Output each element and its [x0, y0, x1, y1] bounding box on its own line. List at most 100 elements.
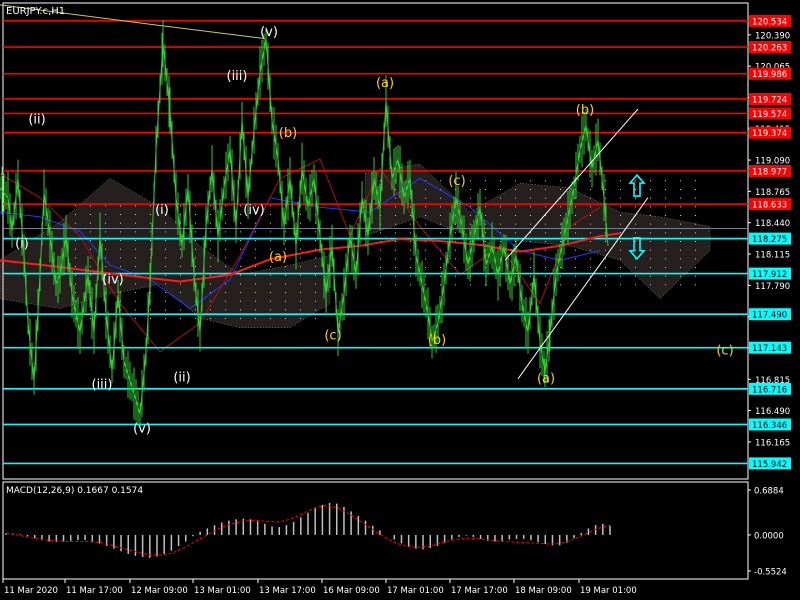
- cloud-dot: [455, 267, 456, 269]
- cloud-dot: [180, 318, 181, 320]
- cloud-dot: [650, 197, 651, 199]
- cloud-dot: [240, 309, 241, 311]
- cloud-dot: [665, 188, 666, 190]
- cloud-dot: [545, 206, 546, 208]
- cloud-dot: [255, 274, 256, 276]
- cloud-dot: [315, 318, 316, 320]
- time-tick-label: 12 Mar 09:00: [131, 586, 188, 596]
- cloud-dot: [515, 188, 516, 190]
- cloud-dot: [285, 274, 286, 276]
- cloud-dot: [680, 206, 681, 208]
- cloud-dot: [135, 300, 136, 302]
- cloud-dot: [255, 257, 256, 259]
- cloud-dot: [695, 284, 696, 286]
- cloud-dot: [75, 240, 76, 242]
- cloud-dot: [150, 222, 151, 224]
- cloud-dot: [620, 258, 621, 260]
- cloud-dot: [575, 232, 576, 234]
- cloud-dot: [225, 257, 226, 259]
- cloud-dot: [425, 214, 426, 216]
- cyan-level-tag-label: 116.346: [752, 421, 787, 431]
- cloud-dot: [590, 180, 591, 182]
- cloud-dot: [120, 231, 121, 233]
- cloud-dot: [485, 241, 486, 242]
- cloud-dot: [635, 180, 636, 182]
- cloud-dot: [240, 248, 241, 250]
- wave-label: (b): [428, 333, 446, 348]
- cloud-dot: [620, 241, 621, 242]
- cloud-dot: [90, 248, 91, 250]
- cloud-dot: [300, 248, 301, 250]
- cloud-dot: [270, 292, 271, 294]
- wave-label: (i): [155, 203, 169, 218]
- cloud-dot: [315, 257, 316, 259]
- cloud-dot: [225, 266, 226, 268]
- cloud-dot: [90, 240, 91, 242]
- cloud-dot: [240, 240, 241, 242]
- cloud-dot: [135, 266, 136, 268]
- macd-tick-label: 0.0000: [754, 531, 784, 541]
- eurjpy-chart-window[interactable]: (ii) (i) (iv) (iii) (ii) (v) (i) (iii) (iv) (v) (b…: [0, 0, 800, 600]
- cloud-dot: [395, 197, 396, 199]
- cloud-dot: [180, 292, 181, 294]
- cloud-dot: [300, 283, 301, 285]
- time-tick-label: 17 Mar 17:00: [451, 586, 508, 596]
- cloud-dot: [180, 266, 181, 268]
- time-tick-label: 18 Mar 09:00: [515, 586, 572, 596]
- cloud-dot: [620, 197, 621, 199]
- cloud-dot: [270, 318, 271, 320]
- cloud-dot: [300, 240, 301, 242]
- cloud-dot: [270, 300, 271, 302]
- cloud-dot: [255, 309, 256, 311]
- time-tick-label: 13 Mar 17:00: [259, 586, 316, 596]
- cloud-dot: [590, 284, 591, 286]
- cloud-dot: [165, 240, 166, 242]
- cloud-dot: [195, 257, 196, 259]
- cloud-dot: [665, 214, 666, 216]
- cyan-level-tag-label: 117.143: [752, 344, 787, 354]
- cloud-dot: [300, 274, 301, 276]
- cloud-dot: [425, 267, 426, 269]
- cloud-dot: [650, 241, 651, 242]
- cloud-dot: [410, 258, 411, 260]
- cloud-dot: [300, 300, 301, 302]
- cloud-dot: [165, 274, 166, 276]
- cloud-dot: [120, 205, 121, 207]
- cloud-dot: [225, 248, 226, 250]
- cloud-dot: [410, 284, 411, 286]
- cloud-dot: [440, 223, 441, 225]
- cloud-dot: [395, 232, 396, 234]
- cloud-dot: [545, 275, 546, 277]
- cyan-level-tag-label: 116.716: [752, 385, 787, 395]
- cloud-dot: [560, 275, 561, 277]
- cloud-dot: [210, 240, 211, 242]
- cloud-dot: [75, 266, 76, 268]
- cloud-dot: [575, 214, 576, 216]
- cloud-dot: [240, 222, 241, 224]
- cloud-dot: [680, 275, 681, 277]
- cloud-dot: [650, 223, 651, 225]
- cloud-dot: [560, 232, 561, 234]
- red-level-tag-label: 118.633: [752, 201, 787, 211]
- cloud-dot: [515, 197, 516, 199]
- cloud-dot: [635, 232, 636, 234]
- cloud-dot: [695, 241, 696, 242]
- cloud-dot: [410, 275, 411, 277]
- cloud-dot: [530, 275, 531, 277]
- cloud-dot: [515, 214, 516, 216]
- cloud-dot: [605, 188, 606, 190]
- cloud-dot: [425, 284, 426, 286]
- cloud-dot: [575, 275, 576, 277]
- cloud-dot: [165, 318, 166, 320]
- cloud-dot: [620, 206, 621, 208]
- cloud-dot: [680, 214, 681, 216]
- cloud-dot: [695, 214, 696, 216]
- cloud-dot: [315, 231, 316, 233]
- cloud-dot: [315, 309, 316, 311]
- cloud-dot: [395, 223, 396, 225]
- cloud-dot: [530, 197, 531, 199]
- cloud-dot: [470, 284, 471, 286]
- cloud-dot: [315, 266, 316, 268]
- cloud-dot: [560, 267, 561, 269]
- cloud-dot: [455, 258, 456, 260]
